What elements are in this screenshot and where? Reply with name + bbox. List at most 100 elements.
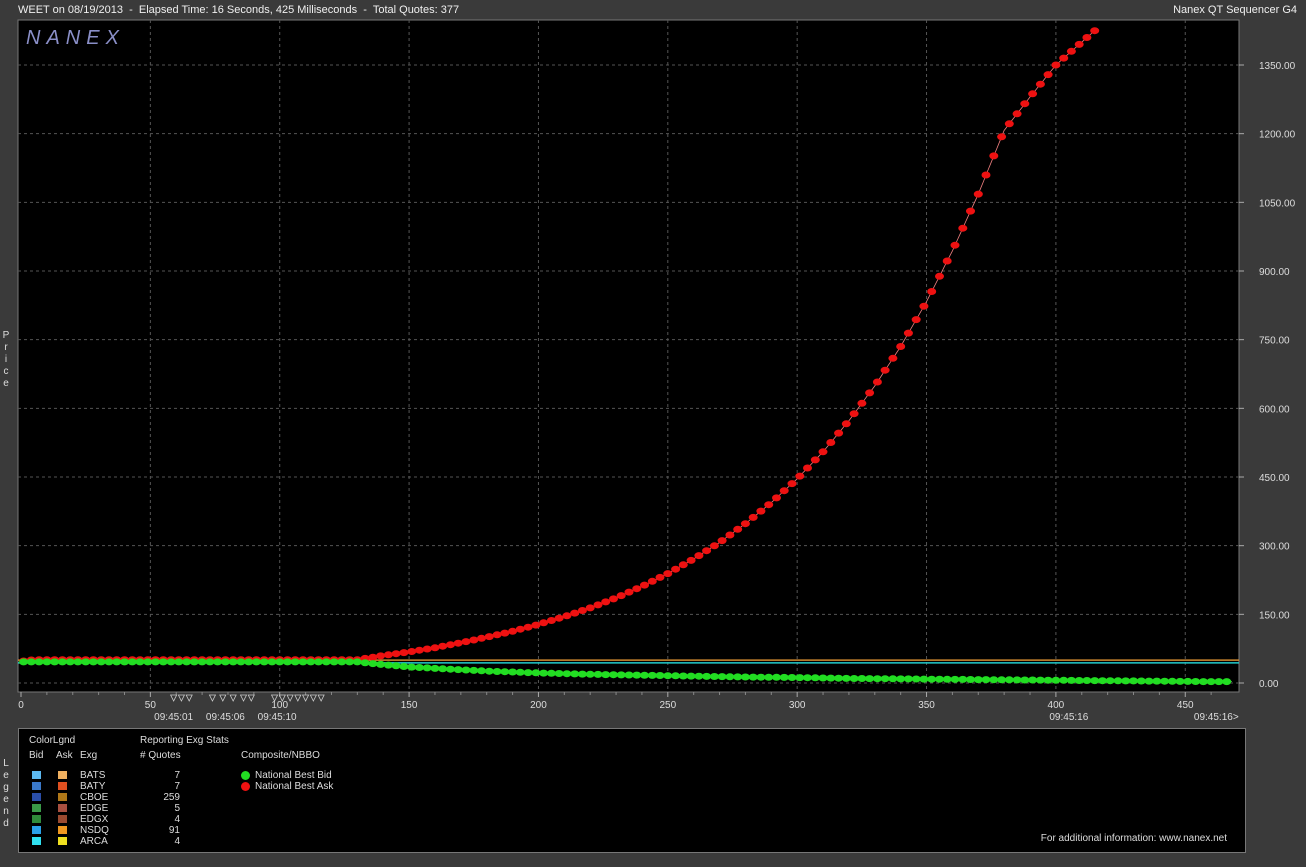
ask-point [935,272,944,280]
ask-swatch [58,804,67,812]
quote-marker [208,694,217,702]
axis-label-letter: e [3,794,9,805]
bid-point [391,662,401,670]
bid-point [57,658,67,666]
ask-point [500,629,510,637]
quote-marker [219,694,227,702]
bid-point [1198,678,1208,686]
ask-point [554,614,564,622]
bid-point [127,658,137,666]
bid-point [640,671,649,679]
x-tick-label: 250 [659,700,676,711]
ask-point [663,570,673,578]
ask-point [717,537,727,545]
ask-point [803,464,812,472]
bid-point [453,666,463,674]
bid-point [189,658,199,666]
axis-label-letter: e [3,770,9,781]
bid-point [1129,677,1138,685]
ask-point [484,633,494,641]
quote-marker [239,694,248,702]
bid-point [1113,677,1123,685]
ask-point [562,612,572,620]
footer-info: For additional information: www.nanex.ne… [1040,833,1227,844]
bid-point [337,658,347,666]
bid-point [42,658,52,666]
ask-point [469,636,479,644]
bid-point [694,672,704,680]
bid-point [1090,677,1100,685]
bid-point [414,664,424,671]
bid-point [609,671,618,679]
ask-point [756,507,766,515]
bid-point [865,675,875,683]
bid-point [174,658,184,666]
quote-count: 7 [174,781,180,792]
ask-point [903,329,913,337]
x-tick-label: 400 [1048,700,1065,711]
ask-point [368,653,378,661]
bid-point [1175,677,1185,685]
ask-point [376,652,386,660]
x-tick-label: 150 [401,700,418,711]
ask-point [461,638,471,646]
time-label: 09:45:16> [1194,712,1239,723]
ask-point [810,456,820,464]
bid-point [624,671,634,679]
y-tick-label: 750.00 [1259,336,1290,347]
bid-point [469,666,479,674]
ask-point [1035,80,1045,88]
y-tick-label: 0.00 [1259,679,1279,690]
axis-label-letter: c [3,366,9,377]
bid-point [896,675,906,683]
bid-point [205,658,215,666]
bid-point [709,673,719,680]
bid-point [546,669,556,677]
bid-point [1105,677,1115,685]
ask-swatch [58,771,67,779]
bid-point [1028,676,1038,684]
x-tick-label: 300 [789,700,806,711]
bid-point [1074,677,1084,684]
ask-point [919,302,929,310]
bid-point [997,676,1007,684]
bid-point [65,658,75,666]
ask-point [989,152,999,160]
ask-point [857,399,867,407]
ask-point [655,573,665,581]
bid-point [1051,676,1061,684]
bid-point [523,669,533,677]
ask-point [841,420,851,428]
ask-point [818,448,828,456]
bid-point [973,676,983,684]
ask-point [694,552,704,560]
bid-point [539,669,549,677]
ask-point [709,542,719,550]
quote-count: 4 [174,836,180,847]
bid-point [182,658,192,666]
bid-point [903,675,913,683]
bid-point [756,673,766,681]
exchange-name: ARCA [80,836,108,847]
axis-label-letter: g [3,782,9,793]
bid-point [492,668,502,675]
bid-point [686,672,696,680]
ask-point [601,598,611,606]
quote-count: 5 [174,803,180,814]
ask-point [585,604,595,612]
bid-point [1191,678,1201,685]
y-tick-label: 1350.00 [1259,61,1296,72]
bid-point [251,658,261,666]
ask-point [733,525,743,533]
ask-swatch [58,815,67,823]
x-tick-label: 100 [271,700,288,711]
bid-point [748,673,758,681]
bid-point [585,670,595,678]
quote-count: 259 [163,792,180,803]
bid-point [717,673,727,681]
x-tick-label: 450 [1177,700,1194,711]
bid-point [321,658,331,666]
bid-point [345,658,355,666]
ask-point [973,190,983,198]
quote-marker [247,694,255,702]
